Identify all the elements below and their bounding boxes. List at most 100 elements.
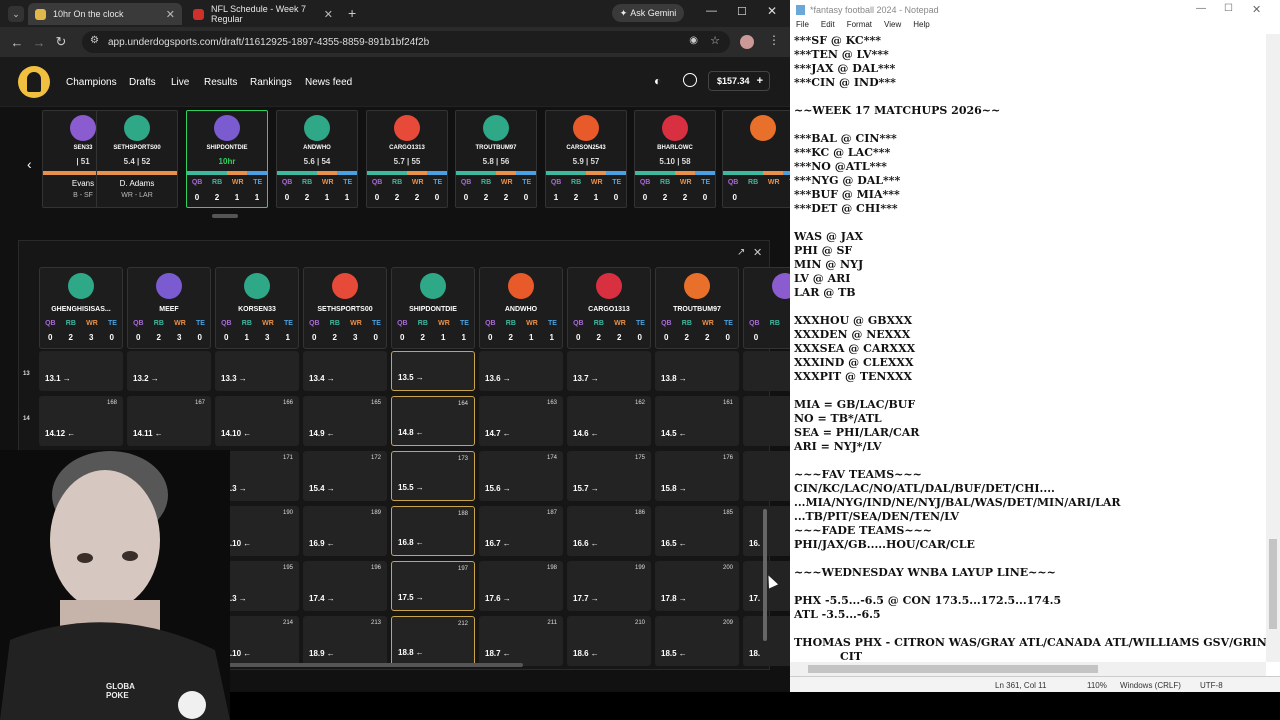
roster-card[interactable]: CARGO1313 5.7 | 55 QB RB WR TE 0 2 2 0 [366,110,448,208]
scroll-thumb[interactable] [1269,539,1277,629]
drafter-column-header[interactable]: CARGO1313 QB RB WR TE 0 2 2 0 [567,267,651,349]
board-vertical-scrollbar[interactable] [763,509,767,641]
url-field[interactable]: ⚙ app.underdogsports.com/draft/11612925-… [82,31,730,53]
nav-news-feed[interactable]: News feed [305,77,352,88]
pick-cell[interactable]: 168 14.12 ← [39,396,123,446]
pick-cell[interactable]: 200 17.8 → [655,561,739,611]
pick-cell[interactable]: 172 15.4 → [303,451,387,501]
pick-cell[interactable]: 187 16.7 ← [479,506,563,556]
drafter-column-header[interactable]: MEEF QB RB WR TE 0 2 3 0 [127,267,211,349]
account-icon[interactable] [683,73,697,87]
roster-card[interactable]: QBRBWRTE0 [722,110,790,208]
notepad-horizontal-scrollbar[interactable] [790,662,1266,676]
pick-cell[interactable]: 186 16.6 ← [567,506,651,556]
underdog-logo[interactable] [18,66,50,98]
pick-cell[interactable]: 13.8 → [655,351,739,391]
close-icon[interactable]: ✕ [324,8,333,21]
maximize-icon[interactable]: ☐ [737,5,747,18]
close-panel-icon[interactable]: ✕ [753,246,762,259]
pick-cell[interactable]: 13.3 → [215,351,299,391]
close-window-icon[interactable]: ✕ [767,4,777,18]
bookmark-star-icon[interactable]: ☆ [710,34,720,47]
menu-kebab-icon[interactable]: ⋮ [768,33,780,47]
roster-card[interactable]: ANDWHO 5.6 | 54 QB RB WR TE 0 2 1 1 [276,110,358,208]
site-info-icon[interactable]: ⚙ [90,35,99,46]
ask-gemini-button[interactable]: ✦ Ask Gemini [612,4,684,22]
pick-cell[interactable]: 13.5 → [391,351,475,391]
drafter-column-header[interactable]: SETHSPORTS00 QB RB WR TE 0 2 3 0 [303,267,387,349]
pick-cell[interactable]: 174 15.6 → [479,451,563,501]
nav-champions[interactable]: Champions [66,77,117,88]
drafter-column-header[interactable]: KORSEN33 QB RB WR TE 0 1 3 1 [215,267,299,349]
close-icon[interactable]: ✕ [166,8,175,21]
notepad-text-area[interactable]: ***SF @ KC*** ***TEN @ LV*** ***JAX @ DAL*… [790,34,1266,662]
pick-cell[interactable]: 164 14.8 ← [391,396,475,446]
nav-rankings[interactable]: Rankings [250,77,292,88]
nav-live[interactable]: Live [171,77,189,88]
pick-cell[interactable]: 162 14.6 ← [567,396,651,446]
tab-10hr[interactable]: 10hr On the clock ✕ [28,3,182,25]
location-icon[interactable]: ◉ [689,35,698,46]
tab-nfl-schedule[interactable]: NFL Schedule - Week 7 Regular ✕ [186,3,340,25]
menu-help[interactable]: Help [913,20,929,34]
notepad-vertical-scrollbar[interactable] [1266,34,1280,662]
back-arrow-icon[interactable]: ← [6,35,28,50]
theme-toggle-icon[interactable]: ◐ [654,74,661,88]
pick-cell[interactable]: 161 14.5 ← [655,396,739,446]
carousel-scrollbar[interactable] [212,214,238,218]
pick-cell[interactable]: 13.4 → [303,351,387,391]
pick-cell[interactable]: 197 17.5 → [391,561,475,611]
pick-cell[interactable]: 163 14.7 ← [479,396,563,446]
pick-cell[interactable]: 199 17.7 → [567,561,651,611]
nav-drafts[interactable]: Drafts [129,77,156,88]
menu-file[interactable]: File [796,20,809,34]
minimize-icon[interactable]: — [706,5,717,17]
maximize-icon[interactable]: ☐ [1224,3,1233,14]
pick-cell[interactable]: 166 14.10 ← [215,396,299,446]
pick-cell[interactable] [743,396,790,446]
pick-cell[interactable]: 167 14.11 ← [127,396,211,446]
nav-results[interactable]: Results [204,77,237,88]
pick-cell[interactable]: 189 16.9 ← [303,506,387,556]
pick-cell[interactable]: 185 16.5 ← [655,506,739,556]
pick-cell[interactable] [743,451,790,501]
balance-button[interactable]: $157.34 + [708,71,770,91]
pick-cell[interactable]: 173 15.5 → [391,451,475,501]
pick-cell[interactable]: 211 18.7 ← [479,616,563,666]
pick-cell[interactable] [743,351,790,391]
tab-search-button[interactable]: ⌄ [8,6,24,22]
roster-card[interactable]: SHIPDONTDIE 10hr QB RB WR TE 0 2 1 1 [186,110,268,208]
drafter-column-header[interactable]: QBRBWRTE0 [743,267,790,349]
drafter-column-header[interactable]: ANDWHO QB RB WR TE 0 2 1 1 [479,267,563,349]
board-horizontal-scrollbar[interactable] [209,663,523,667]
pick-cell[interactable]: 212 18.8 ← [391,616,475,666]
profile-avatar[interactable] [740,35,754,49]
pick-cell[interactable]: 176 15.8 → [655,451,739,501]
roster-card[interactable]: BHARLOWC 5.10 | 58 QB RB WR TE 0 2 2 0 [634,110,716,208]
pick-cell[interactable]: 196 17.4 → [303,561,387,611]
pick-cell[interactable]: 213 18.9 ← [303,616,387,666]
drafter-column-header[interactable]: GHENGHISISAS... QB RB WR TE 0 2 3 0 [39,267,123,349]
forward-arrow-icon[interactable]: → [28,35,50,50]
menu-view[interactable]: View [884,20,901,34]
pick-cell[interactable]: 13.1 → [39,351,123,391]
minimize-icon[interactable]: — [1196,3,1206,14]
drafter-column-header[interactable]: TROUTBUM97 QB RB WR TE 0 2 2 0 [655,267,739,349]
pick-cell[interactable]: 209 18.5 ← [655,616,739,666]
pick-cell[interactable]: 188 16.8 ← [391,506,475,556]
pick-cell[interactable]: 165 14.9 ← [303,396,387,446]
carousel-prev-icon[interactable]: ‹ [27,156,32,172]
reload-icon[interactable]: ↻ [50,34,72,50]
close-window-icon[interactable]: ✕ [1252,3,1261,16]
pick-cell[interactable]: 13.7 → [567,351,651,391]
scroll-thumb[interactable] [808,665,1098,673]
pick-cell[interactable]: 13.6 → [479,351,563,391]
menu-format[interactable]: Format [847,20,872,34]
roster-card[interactable]: CARSON2543 5.9 | 57 QB RB WR TE 1 2 1 0 [545,110,627,208]
pick-cell[interactable]: 175 15.7 → [567,451,651,501]
roster-card[interactable]: TROUTBUM97 5.8 | 56 QB RB WR TE 0 2 2 0 [455,110,537,208]
pick-cell[interactable]: 210 18.6 ← [567,616,651,666]
pick-cell[interactable]: 198 17.6 → [479,561,563,611]
drafter-column-header[interactable]: SHIPDONTDIE QB RB WR TE 0 2 1 1 [391,267,475,349]
expand-icon[interactable]: ↗ [737,247,745,258]
